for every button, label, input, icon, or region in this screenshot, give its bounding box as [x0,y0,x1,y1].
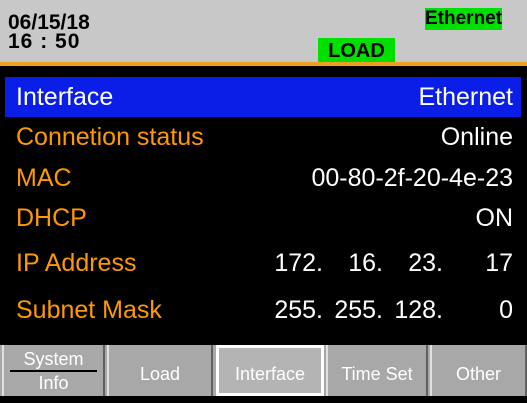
tab-load-label: Load [139,364,181,384]
dhcp-label: DHCP [16,204,87,232]
mask-octet-1[interactable]: 255. [255,290,323,330]
connection-status-label: Connetion status [16,123,204,151]
mask-octet-4[interactable]: 0 [445,290,513,330]
interface-value[interactable]: Ethernet [418,77,513,117]
subnet-mask-row[interactable]: Subnet Mask 255. 255. 128. 0 [5,290,521,330]
connection-status-row: Connetion status Online [5,117,521,157]
mask-octet-3[interactable]: 128. [385,290,443,330]
tab-system-info-label-1: System [23,349,84,369]
mac-value: 00-80-2f-20-4e-23 [311,164,513,192]
ip-octet-1[interactable]: 172. [255,243,323,283]
tab-interface[interactable]: Interface [216,345,324,396]
header-divider [0,62,527,66]
tab-system-info-label-2: Info [38,373,69,393]
mac-label: MAC [16,164,72,192]
tab-time-set-label: Time Set [341,364,413,384]
status-header: 06/15/18 16 : 50 Ethernet LOAD [0,0,527,62]
mask-octet-2[interactable]: 255. [325,290,383,330]
dhcp-value[interactable]: ON [476,198,514,238]
tab-interface-label: Interface [234,364,306,384]
tab-system-info-divider [10,370,97,372]
interface-badge: Ethernet [425,8,503,30]
time-display: 16 : 50 [8,30,81,53]
ip-address-row[interactable]: IP Address 172. 16. 23. 17 [5,243,521,283]
tab-load[interactable]: Load [107,345,213,396]
dhcp-row[interactable]: DHCP ON [5,198,521,238]
subnet-mask-label: Subnet Mask [16,296,162,324]
tab-other[interactable]: Other [430,345,527,396]
connection-status-value: Online [440,123,513,151]
load-mode-badge: LOAD [318,38,395,62]
ip-address-label: IP Address [16,249,137,277]
ip-octet-3[interactable]: 23. [385,243,443,283]
mac-row: MAC 00-80-2f-20-4e-23 [5,158,521,198]
tab-time-set[interactable]: Time Set [326,345,428,396]
ip-octet-4[interactable]: 17 [445,243,513,283]
tab-other-label: Other [455,364,502,384]
ip-octet-2[interactable]: 16. [325,243,383,283]
interface-label: Interface [16,83,114,111]
network-settings-screen: 06/15/18 16 : 50 Ethernet LOAD Interface… [0,0,527,396]
interface-row[interactable]: Interface Ethernet [5,77,521,117]
tab-system-info[interactable]: System Info [2,345,105,396]
softkey-bar: System Info Load Interface Time Set Othe… [0,345,527,396]
